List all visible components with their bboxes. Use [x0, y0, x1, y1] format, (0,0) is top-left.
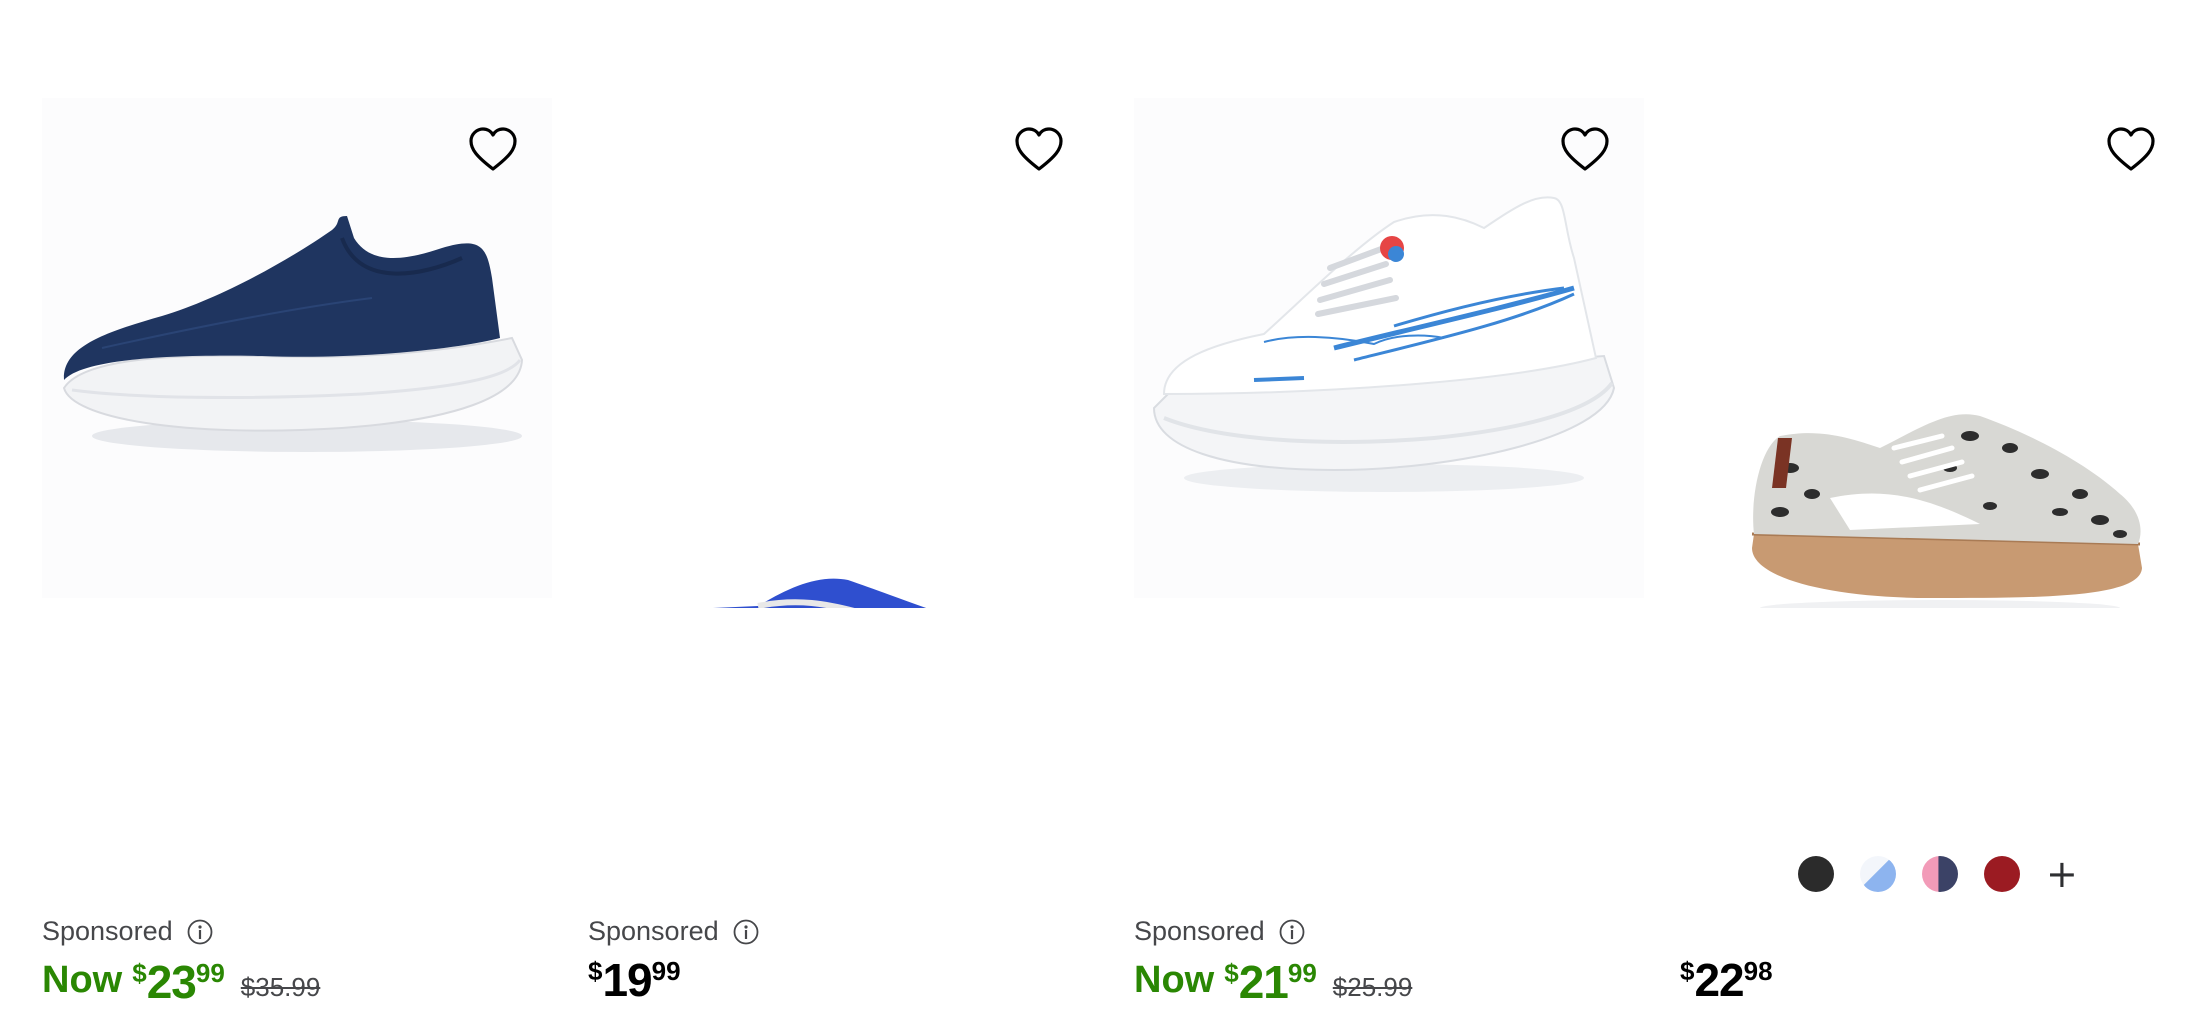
product-card-3[interactable]: Sponsored Now $ 21 99 $25.99	[1134, 0, 1644, 1010]
price-block: Now $ 23 99 $35.99	[42, 958, 320, 1006]
sponsored-text: Sponsored	[1134, 916, 1265, 946]
product-card-4[interactable]: + $ 22 98	[1680, 0, 2190, 1010]
price-dollars: 23	[146, 956, 197, 1008]
price-block: $ 22 98	[1680, 956, 1773, 1004]
sponsored-text: Sponsored	[42, 916, 173, 946]
price-cents: 99	[195, 958, 225, 988]
swatch-burgundy[interactable]	[1984, 856, 2020, 892]
price-dollars: 21	[1238, 956, 1289, 1008]
price-currency: $	[132, 958, 147, 988]
color-swatches: +	[1798, 855, 2078, 893]
price-currency: $	[588, 956, 603, 986]
heart-outline-icon	[2107, 127, 2155, 171]
product-card-1[interactable]: Sponsored Now $ 23 99 $35.99	[42, 0, 552, 1010]
swatch-pink-navy[interactable]	[1922, 856, 1958, 892]
price-cents: 99	[651, 956, 681, 986]
price-cents: 98	[1743, 956, 1773, 986]
sponsored-text: Sponsored	[588, 916, 719, 946]
sponsored-label: Sponsored	[42, 916, 213, 947]
favorite-button[interactable]	[1558, 124, 1612, 178]
heart-outline-icon	[1561, 127, 1609, 171]
price-dollars: 19	[602, 954, 652, 1006]
price-currency: $	[1224, 958, 1239, 988]
sponsored-label: Sponsored	[588, 916, 759, 947]
now-label: Now	[1134, 959, 1215, 1001]
swatch-light-blue[interactable]	[1860, 856, 1896, 892]
sponsored-label: Sponsored	[1134, 916, 1305, 947]
was-price: $35.99	[240, 972, 321, 1002]
price-dollars: 22	[1694, 954, 1744, 1006]
favorite-button[interactable]	[466, 124, 520, 178]
price-block: Now $ 21 99 $25.99	[1134, 958, 1412, 1006]
swatch-black[interactable]	[1798, 856, 1834, 892]
was-price: $25.99	[1332, 972, 1413, 1002]
favorite-button[interactable]	[2104, 124, 2158, 178]
heart-outline-icon	[1015, 127, 1063, 171]
info-icon[interactable]	[187, 919, 213, 945]
info-icon[interactable]	[1279, 919, 1305, 945]
product-card-2[interactable]: Sponsored $ 19 99	[588, 0, 1098, 1010]
more-swatches-button[interactable]: +	[2046, 855, 2078, 893]
favorite-button[interactable]	[1012, 124, 1066, 178]
price-cents: 99	[1287, 958, 1317, 988]
heart-outline-icon	[469, 127, 517, 171]
price-block: $ 19 99	[588, 956, 681, 1004]
price-currency: $	[1680, 956, 1695, 986]
info-icon[interactable]	[733, 919, 759, 945]
now-label: Now	[42, 959, 123, 1001]
